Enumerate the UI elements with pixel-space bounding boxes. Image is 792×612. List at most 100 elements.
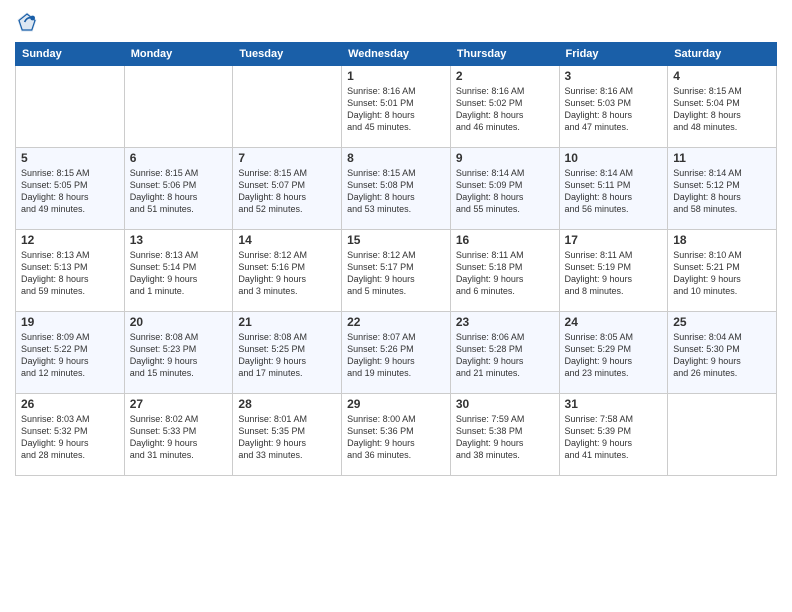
day-info: Sunrise: 8:12 AM Sunset: 5:16 PM Dayligh… (238, 249, 336, 298)
day-info: Sunrise: 8:07 AM Sunset: 5:26 PM Dayligh… (347, 331, 445, 380)
day-info: Sunrise: 8:13 AM Sunset: 5:13 PM Dayligh… (21, 249, 119, 298)
page-header (15, 10, 777, 34)
day-cell-11: 11Sunrise: 8:14 AM Sunset: 5:12 PM Dayli… (668, 148, 777, 230)
day-number: 26 (21, 397, 119, 411)
header-tuesday: Tuesday (233, 43, 342, 66)
day-info: Sunrise: 7:59 AM Sunset: 5:38 PM Dayligh… (456, 413, 554, 462)
day-number: 9 (456, 151, 554, 165)
day-number: 31 (565, 397, 663, 411)
day-number: 21 (238, 315, 336, 329)
calendar-header-row: SundayMondayTuesdayWednesdayThursdayFrid… (16, 43, 777, 66)
day-info: Sunrise: 8:13 AM Sunset: 5:14 PM Dayligh… (130, 249, 228, 298)
header-saturday: Saturday (668, 43, 777, 66)
day-number: 17 (565, 233, 663, 247)
logo (15, 10, 43, 34)
day-number: 4 (673, 69, 771, 83)
day-number: 30 (456, 397, 554, 411)
day-cell-27: 27 Sunrise: 8:02 AM Sunset: 5:33 PM Dayli… (124, 394, 233, 476)
day-number: 24 (565, 315, 663, 329)
day-cell-6: 6 Sunrise: 8:15 AM Sunset: 5:06 PM Daylig… (124, 148, 233, 230)
day-cell-1: 1Sunrise: 8:16 AM Sunset: 5:01 PM Daylig… (342, 66, 451, 148)
day-cell-28: 28 Sunrise: 8:01 AM Sunset: 5:35 PM Dayli… (233, 394, 342, 476)
calendar-page: SundayMondayTuesdayWednesdayThursdayFrid… (0, 0, 792, 612)
day-number: 1 (347, 69, 445, 83)
day-info: Sunrise: 8:08 AM Sunset: 5:23 PM Dayligh… (130, 331, 228, 380)
day-cell-9: 9 Sunrise: 8:14 AM Sunset: 5:09 PM Daylig… (450, 148, 559, 230)
day-cell-26: 26 Sunrise: 8:03 AM Sunset: 5:32 PM Dayli… (16, 394, 125, 476)
week-row-5: 26 Sunrise: 8:03 AM Sunset: 5:32 PM Dayli… (16, 394, 777, 476)
day-info: Sunrise: 8:05 AM Sunset: 5:29 PM Dayligh… (565, 331, 663, 380)
day-cell-5: 5 Sunrise: 8:15 AM Sunset: 5:05 PM Daylig… (16, 148, 125, 230)
week-row-1: 1Sunrise: 8:16 AM Sunset: 5:01 PM Daylig… (16, 66, 777, 148)
day-cell-25: 25 Sunrise: 8:04 AM Sunset: 5:30 PM Dayli… (668, 312, 777, 394)
day-number: 2 (456, 69, 554, 83)
header-thursday: Thursday (450, 43, 559, 66)
day-cell-12: 12Sunrise: 8:13 AM Sunset: 5:13 PM Dayli… (16, 230, 125, 312)
day-info: Sunrise: 8:14 AM Sunset: 5:11 PM Dayligh… (565, 167, 663, 216)
day-info: Sunrise: 8:11 AM Sunset: 5:19 PM Dayligh… (565, 249, 663, 298)
day-info: Sunrise: 8:15 AM Sunset: 5:05 PM Dayligh… (21, 167, 119, 216)
day-info: Sunrise: 8:08 AM Sunset: 5:25 PM Dayligh… (238, 331, 336, 380)
week-row-4: 19Sunrise: 8:09 AM Sunset: 5:22 PM Dayli… (16, 312, 777, 394)
day-info: Sunrise: 8:15 AM Sunset: 5:07 PM Dayligh… (238, 167, 336, 216)
day-number: 6 (130, 151, 228, 165)
day-info: Sunrise: 8:01 AM Sunset: 5:35 PM Dayligh… (238, 413, 336, 462)
day-number: 8 (347, 151, 445, 165)
day-info: Sunrise: 8:14 AM Sunset: 5:09 PM Dayligh… (456, 167, 554, 216)
calendar-table: SundayMondayTuesdayWednesdayThursdayFrid… (15, 42, 777, 476)
day-cell-29: 29 Sunrise: 8:00 AM Sunset: 5:36 PM Dayli… (342, 394, 451, 476)
day-cell-17: 17 Sunrise: 8:11 AM Sunset: 5:19 PM Dayli… (559, 230, 668, 312)
day-cell-3: 3 Sunrise: 8:16 AM Sunset: 5:03 PM Daylig… (559, 66, 668, 148)
day-info: Sunrise: 7:58 AM Sunset: 5:39 PM Dayligh… (565, 413, 663, 462)
day-info: Sunrise: 8:06 AM Sunset: 5:28 PM Dayligh… (456, 331, 554, 380)
header-monday: Monday (124, 43, 233, 66)
day-number: 3 (565, 69, 663, 83)
day-cell-30: 30 Sunrise: 7:59 AM Sunset: 5:38 PM Dayli… (450, 394, 559, 476)
day-info: Sunrise: 8:16 AM Sunset: 5:03 PM Dayligh… (565, 85, 663, 134)
day-number: 27 (130, 397, 228, 411)
day-cell-10: 10Sunrise: 8:14 AM Sunset: 5:11 PM Dayli… (559, 148, 668, 230)
empty-cell (668, 394, 777, 476)
logo-icon (15, 10, 39, 34)
day-cell-23: 23 Sunrise: 8:06 AM Sunset: 5:28 PM Dayli… (450, 312, 559, 394)
day-info: Sunrise: 8:02 AM Sunset: 5:33 PM Dayligh… (130, 413, 228, 462)
day-cell-16: 16 Sunrise: 8:11 AM Sunset: 5:18 PM Dayli… (450, 230, 559, 312)
day-cell-31: 31 Sunrise: 7:58 AM Sunset: 5:39 PM Dayli… (559, 394, 668, 476)
day-cell-19: 19Sunrise: 8:09 AM Sunset: 5:22 PM Dayli… (16, 312, 125, 394)
day-info: Sunrise: 8:10 AM Sunset: 5:21 PM Dayligh… (673, 249, 771, 298)
day-number: 18 (673, 233, 771, 247)
day-number: 14 (238, 233, 336, 247)
day-info: Sunrise: 8:03 AM Sunset: 5:32 PM Dayligh… (21, 413, 119, 462)
day-cell-15: 15Sunrise: 8:12 AM Sunset: 5:17 PM Dayli… (342, 230, 451, 312)
day-number: 28 (238, 397, 336, 411)
day-cell-8: 8 Sunrise: 8:15 AM Sunset: 5:08 PM Daylig… (342, 148, 451, 230)
day-cell-7: 7 Sunrise: 8:15 AM Sunset: 5:07 PM Daylig… (233, 148, 342, 230)
day-info: Sunrise: 8:09 AM Sunset: 5:22 PM Dayligh… (21, 331, 119, 380)
week-row-2: 5 Sunrise: 8:15 AM Sunset: 5:05 PM Daylig… (16, 148, 777, 230)
day-number: 23 (456, 315, 554, 329)
day-number: 13 (130, 233, 228, 247)
day-cell-21: 21 Sunrise: 8:08 AM Sunset: 5:25 PM Dayli… (233, 312, 342, 394)
header-sunday: Sunday (16, 43, 125, 66)
day-info: Sunrise: 8:04 AM Sunset: 5:30 PM Dayligh… (673, 331, 771, 380)
day-number: 22 (347, 315, 445, 329)
day-number: 25 (673, 315, 771, 329)
empty-cell (124, 66, 233, 148)
day-info: Sunrise: 8:15 AM Sunset: 5:08 PM Dayligh… (347, 167, 445, 216)
day-number: 20 (130, 315, 228, 329)
header-friday: Friday (559, 43, 668, 66)
day-info: Sunrise: 8:00 AM Sunset: 5:36 PM Dayligh… (347, 413, 445, 462)
day-number: 5 (21, 151, 119, 165)
day-number: 16 (456, 233, 554, 247)
day-number: 15 (347, 233, 445, 247)
day-cell-18: 18 Sunrise: 8:10 AM Sunset: 5:21 PM Dayli… (668, 230, 777, 312)
day-cell-2: 2Sunrise: 8:16 AM Sunset: 5:02 PM Daylig… (450, 66, 559, 148)
day-cell-20: 20 Sunrise: 8:08 AM Sunset: 5:23 PM Dayli… (124, 312, 233, 394)
day-number: 7 (238, 151, 336, 165)
day-info: Sunrise: 8:11 AM Sunset: 5:18 PM Dayligh… (456, 249, 554, 298)
day-cell-13: 13 Sunrise: 8:13 AM Sunset: 5:14 PM Dayli… (124, 230, 233, 312)
day-cell-22: 22 Sunrise: 8:07 AM Sunset: 5:26 PM Dayli… (342, 312, 451, 394)
day-info: Sunrise: 8:14 AM Sunset: 5:12 PM Dayligh… (673, 167, 771, 216)
day-number: 29 (347, 397, 445, 411)
day-info: Sunrise: 8:15 AM Sunset: 5:06 PM Dayligh… (130, 167, 228, 216)
